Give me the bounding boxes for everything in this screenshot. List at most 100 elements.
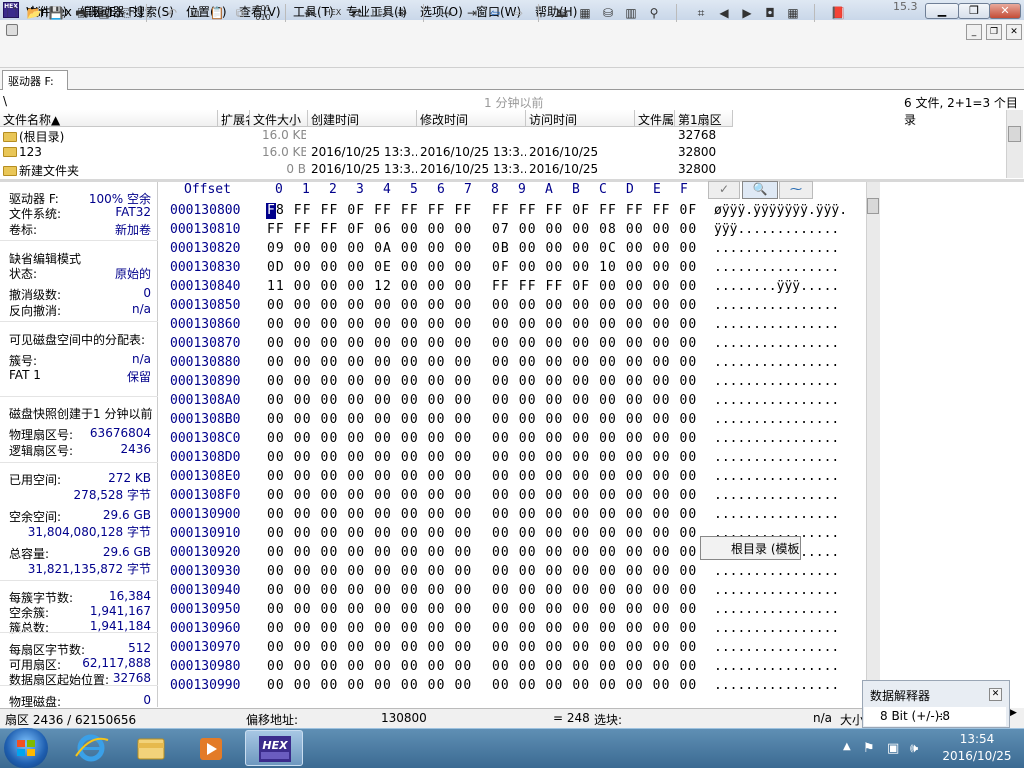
ascii-text[interactable]: ................ — [714, 298, 839, 313]
network-icon[interactable]: ▣ — [887, 741, 899, 756]
hex-bytes[interactable]: 00 00 00 00 00 00 00 00 — [492, 507, 704, 522]
hex-bytes[interactable]: 00 00 00 00 00 00 00 00 — [267, 583, 479, 598]
hex-bytes[interactable]: 00 00 00 00 00 00 00 00 — [267, 488, 479, 503]
hex-bytes[interactable]: 00 00 00 00 00 00 00 00 — [267, 336, 479, 351]
hex-bytes[interactable]: 00 00 00 00 00 00 00 00 — [492, 298, 704, 313]
taskbar-media-button[interactable] — [182, 730, 240, 766]
hex-bytes[interactable]: 07 00 00 00 08 00 00 00 — [492, 222, 704, 237]
hex-bytes[interactable]: 00 00 00 00 00 00 00 00 — [492, 640, 704, 655]
print-icon[interactable]: 🖶 — [72, 4, 90, 22]
col-header-name[interactable]: 文件名称▲ — [0, 110, 218, 127]
ascii-text[interactable]: øÿÿÿ.ÿÿÿÿÿÿÿ.ÿÿÿ. — [714, 203, 847, 218]
save-icon[interactable]: 💾 — [47, 4, 65, 22]
goto-offset-icon[interactable]: → — [438, 4, 456, 22]
hex-bytes[interactable]: 00 00 00 00 00 00 00 00 — [492, 583, 704, 598]
col-header-modified[interactable]: 修改时间 — [417, 110, 526, 127]
ascii-text[interactable]: ................ — [714, 336, 839, 351]
col-header-accessed[interactable]: 访问时间 — [526, 110, 635, 127]
help-book-icon[interactable]: 📕 — [829, 4, 847, 22]
hex-bytes[interactable]: 00 00 00 00 00 00 00 00 — [267, 374, 479, 389]
hex-bytes[interactable]: 00 00 00 00 00 00 00 00 — [492, 621, 704, 636]
hex-bytes[interactable]: 00 00 00 00 00 00 00 00 — [267, 545, 479, 560]
tray-expand-icon[interactable]: ▲ — [843, 741, 851, 752]
start-button[interactable] — [4, 728, 48, 768]
taskbar-winhex-button[interactable]: HEX — [245, 730, 303, 766]
hex-bytes[interactable]: 00 00 00 00 00 00 00 00 — [492, 526, 704, 541]
ascii-text[interactable]: ................ — [714, 355, 839, 370]
ascii-text[interactable]: ................ — [714, 621, 839, 636]
copy-icon[interactable]: ⧉ — [186, 4, 204, 22]
grid-icon[interactable]: ▦ — [784, 4, 802, 22]
hex-bytes[interactable]: 09 00 00 00 0A 00 00 00 — [267, 241, 479, 256]
open-icon[interactable]: 📂 — [25, 4, 43, 22]
close-button[interactable]: ✕ — [989, 3, 1021, 19]
hex-bytes[interactable]: 00 00 00 00 00 00 00 00 — [492, 564, 704, 579]
hex-bytes[interactable]: 00 00 00 00 00 00 00 00 — [492, 450, 704, 465]
ascii-text[interactable]: ................ — [714, 241, 839, 256]
tools-icon[interactable]: ⛁ — [599, 4, 617, 22]
hex-write-icon[interactable]: 101 010 — [254, 4, 272, 22]
list-item[interactable]: (根目录) — [3, 128, 64, 145]
hex-bytes[interactable]: 00 00 00 00 00 00 00 00 — [267, 602, 479, 617]
col-header-sector[interactable]: 第1扇区 — [675, 110, 733, 127]
ascii-text[interactable]: ........ÿÿÿ..... — [714, 279, 839, 294]
hex-bytes[interactable]: 00 00 00 00 00 00 00 00 — [267, 564, 479, 579]
document-icon[interactable] — [6, 24, 18, 36]
list-scrollbar[interactable] — [1006, 110, 1023, 178]
clipboard-icon[interactable]: 📋 — [208, 4, 226, 22]
ascii-text[interactable]: ................ — [714, 678, 839, 693]
hex-bytes[interactable]: F8 FF FF 0F FF FF FF FF — [267, 203, 479, 218]
undo-icon[interactable]: ↶ — [163, 4, 181, 22]
forward-icon[interactable]: ⇨ — [509, 4, 527, 22]
hex-bytes[interactable]: 00 00 00 00 00 00 00 00 — [267, 450, 479, 465]
next-icon[interactable]: ▶ — [738, 4, 756, 22]
goto-sector-icon[interactable]: ⇥ — [463, 4, 481, 22]
hex-bytes[interactable]: 11 00 00 00 12 00 00 00 — [267, 279, 479, 294]
ascii-text[interactable]: ................ — [714, 469, 839, 484]
hex-bytes[interactable]: 00 00 00 00 00 00 00 00 — [267, 317, 479, 332]
hex-bytes[interactable]: 00 00 00 00 00 00 00 00 — [267, 298, 479, 313]
ascii-text[interactable]: ................ — [714, 507, 839, 522]
disk-icon[interactable]: 🖴 — [553, 4, 571, 22]
hex-bytes[interactable]: 00 00 00 00 00 00 00 00 — [492, 374, 704, 389]
hex-bytes[interactable]: 00 00 00 00 00 00 00 00 — [267, 659, 479, 674]
prev-icon[interactable]: ◀ — [715, 4, 733, 22]
hex-bytes[interactable]: 00 00 00 00 00 00 00 00 — [267, 393, 479, 408]
ascii-text[interactable]: ................ — [714, 640, 839, 655]
col-header-size[interactable]: 文件大小 — [250, 110, 308, 127]
hex-bytes[interactable]: FF FF FF 0F FF FF FF 0F — [492, 203, 704, 218]
ascii-text[interactable]: ................ — [714, 450, 839, 465]
taskbar-ie-button[interactable] — [62, 730, 120, 766]
hex-bytes[interactable]: 00 00 00 00 00 00 00 00 — [492, 393, 704, 408]
hex-bytes[interactable]: 00 00 00 00 00 00 00 00 — [492, 678, 704, 693]
maximize-button[interactable]: ❐ — [958, 3, 990, 19]
ascii-text[interactable]: ................ — [714, 659, 839, 674]
ascii-text[interactable]: ................ — [714, 393, 839, 408]
hex-bytes[interactable]: 00 00 00 00 00 00 00 00 — [492, 355, 704, 370]
properties-icon[interactable]: ▤ — [95, 4, 113, 22]
system-clock[interactable]: 13:54 2016/10/25 — [934, 731, 1020, 765]
status-scroll-icon[interactable]: ▶ — [1010, 708, 1024, 728]
replace-icon[interactable]: ⇄ — [347, 4, 365, 22]
ram-icon[interactable]: ▦ — [576, 4, 594, 22]
mdi-restore-button[interactable]: ❐ — [986, 24, 1002, 40]
hex-bytes[interactable]: 00 00 00 00 00 00 00 00 — [267, 678, 479, 693]
back-icon[interactable]: ⇦ — [486, 4, 504, 22]
calculator-icon[interactable]: ▥ — [622, 4, 640, 22]
ascii-text[interactable]: ................ — [714, 374, 839, 389]
zoom-icon[interactable]: ⚲ — [645, 4, 663, 22]
hex-bytes[interactable]: FF FF FF 0F 00 00 00 00 — [492, 279, 704, 294]
hex-bytes[interactable]: 00 00 00 00 00 00 00 00 — [267, 526, 479, 541]
hex-bytes[interactable]: 00 00 00 00 00 00 00 00 — [267, 640, 479, 655]
minimize-button[interactable]: ▁ — [925, 3, 959, 19]
ascii-text[interactable]: ................ — [714, 317, 839, 332]
ascii-text[interactable]: ................ — [714, 583, 839, 598]
flag-icon[interactable]: ⚑ — [863, 741, 875, 756]
replace-hex-icon[interactable]: HEX — [371, 4, 389, 22]
mdi-close-button[interactable]: ✕ — [1006, 24, 1022, 40]
list-scroll-thumb[interactable] — [1008, 126, 1021, 142]
hex-bytes[interactable]: 00 00 00 00 00 00 00 00 — [267, 507, 479, 522]
hex-bytes[interactable]: 00 00 00 00 00 00 00 00 — [492, 545, 704, 560]
ascii-text[interactable]: ................ — [714, 260, 839, 275]
ascii-text[interactable]: ................ — [714, 488, 839, 503]
